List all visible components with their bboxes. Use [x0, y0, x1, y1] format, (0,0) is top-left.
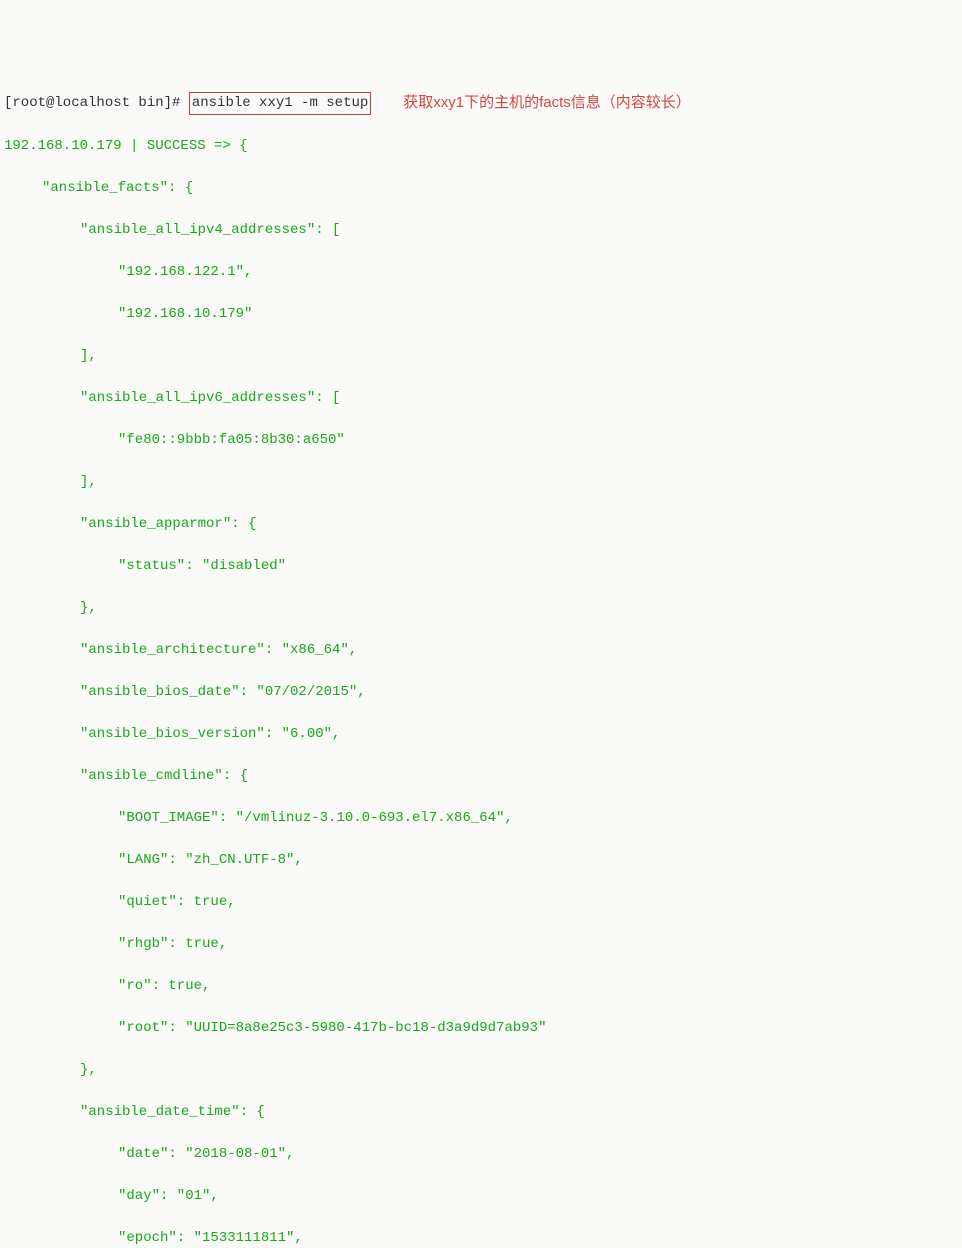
output-line: "192.168.10.179" [118, 304, 958, 325]
output-line: "ansible_all_ipv4_addresses": [ [80, 220, 958, 241]
output-line: "ansible_all_ipv6_addresses": [ [80, 388, 958, 409]
output-line: ], [80, 472, 958, 493]
ansible-command: ansible xxy1 -m setup [189, 92, 371, 115]
output-line: "ansible_apparmor": { [80, 514, 958, 535]
output-line: ], [80, 346, 958, 367]
output-line: }, [80, 598, 958, 619]
output-line: "ansible_bios_date": "07/02/2015", [80, 682, 958, 703]
output-line: "status": "disabled" [118, 556, 958, 577]
output-line: "ansible_architecture": "x86_64", [80, 640, 958, 661]
annotation-text: 获取xxy1下的主机的facts信息（内容较长） [403, 92, 691, 115]
output-line: "day": "01", [118, 1186, 958, 1207]
output-line: "ansible_bios_version": "6.00", [80, 724, 958, 745]
output-line: "ansible_cmdline": { [80, 766, 958, 787]
output-line: "root": "UUID=8a8e25c3-5980-417b-bc18-d3… [118, 1018, 958, 1039]
output-line: "rhgb": true, [118, 934, 958, 955]
output-line: "LANG": "zh_CN.UTF-8", [118, 850, 958, 871]
output-line: "date": "2018-08-01", [118, 1144, 958, 1165]
output-line: "epoch": "1533111811", [118, 1228, 958, 1248]
output-line: }, [80, 1060, 958, 1081]
command-line-row: [root@localhost bin]# ansible xxy1 -m se… [4, 92, 958, 115]
output-line: "fe80::9bbb:fa05:8b30:a650" [118, 430, 958, 451]
output-line: "192.168.122.1", [118, 262, 958, 283]
shell-prompt: [root@localhost bin]# [4, 93, 189, 114]
output-line: "ansible_date_time": { [80, 1102, 958, 1123]
output-line: "BOOT_IMAGE": "/vmlinuz-3.10.0-693.el7.x… [118, 808, 958, 829]
output-line: "quiet": true, [118, 892, 958, 913]
output-line: 192.168.10.179 | SUCCESS => { [4, 136, 958, 157]
output-line: "ansible_facts": { [42, 178, 958, 199]
output-line: "ro": true, [118, 976, 958, 997]
